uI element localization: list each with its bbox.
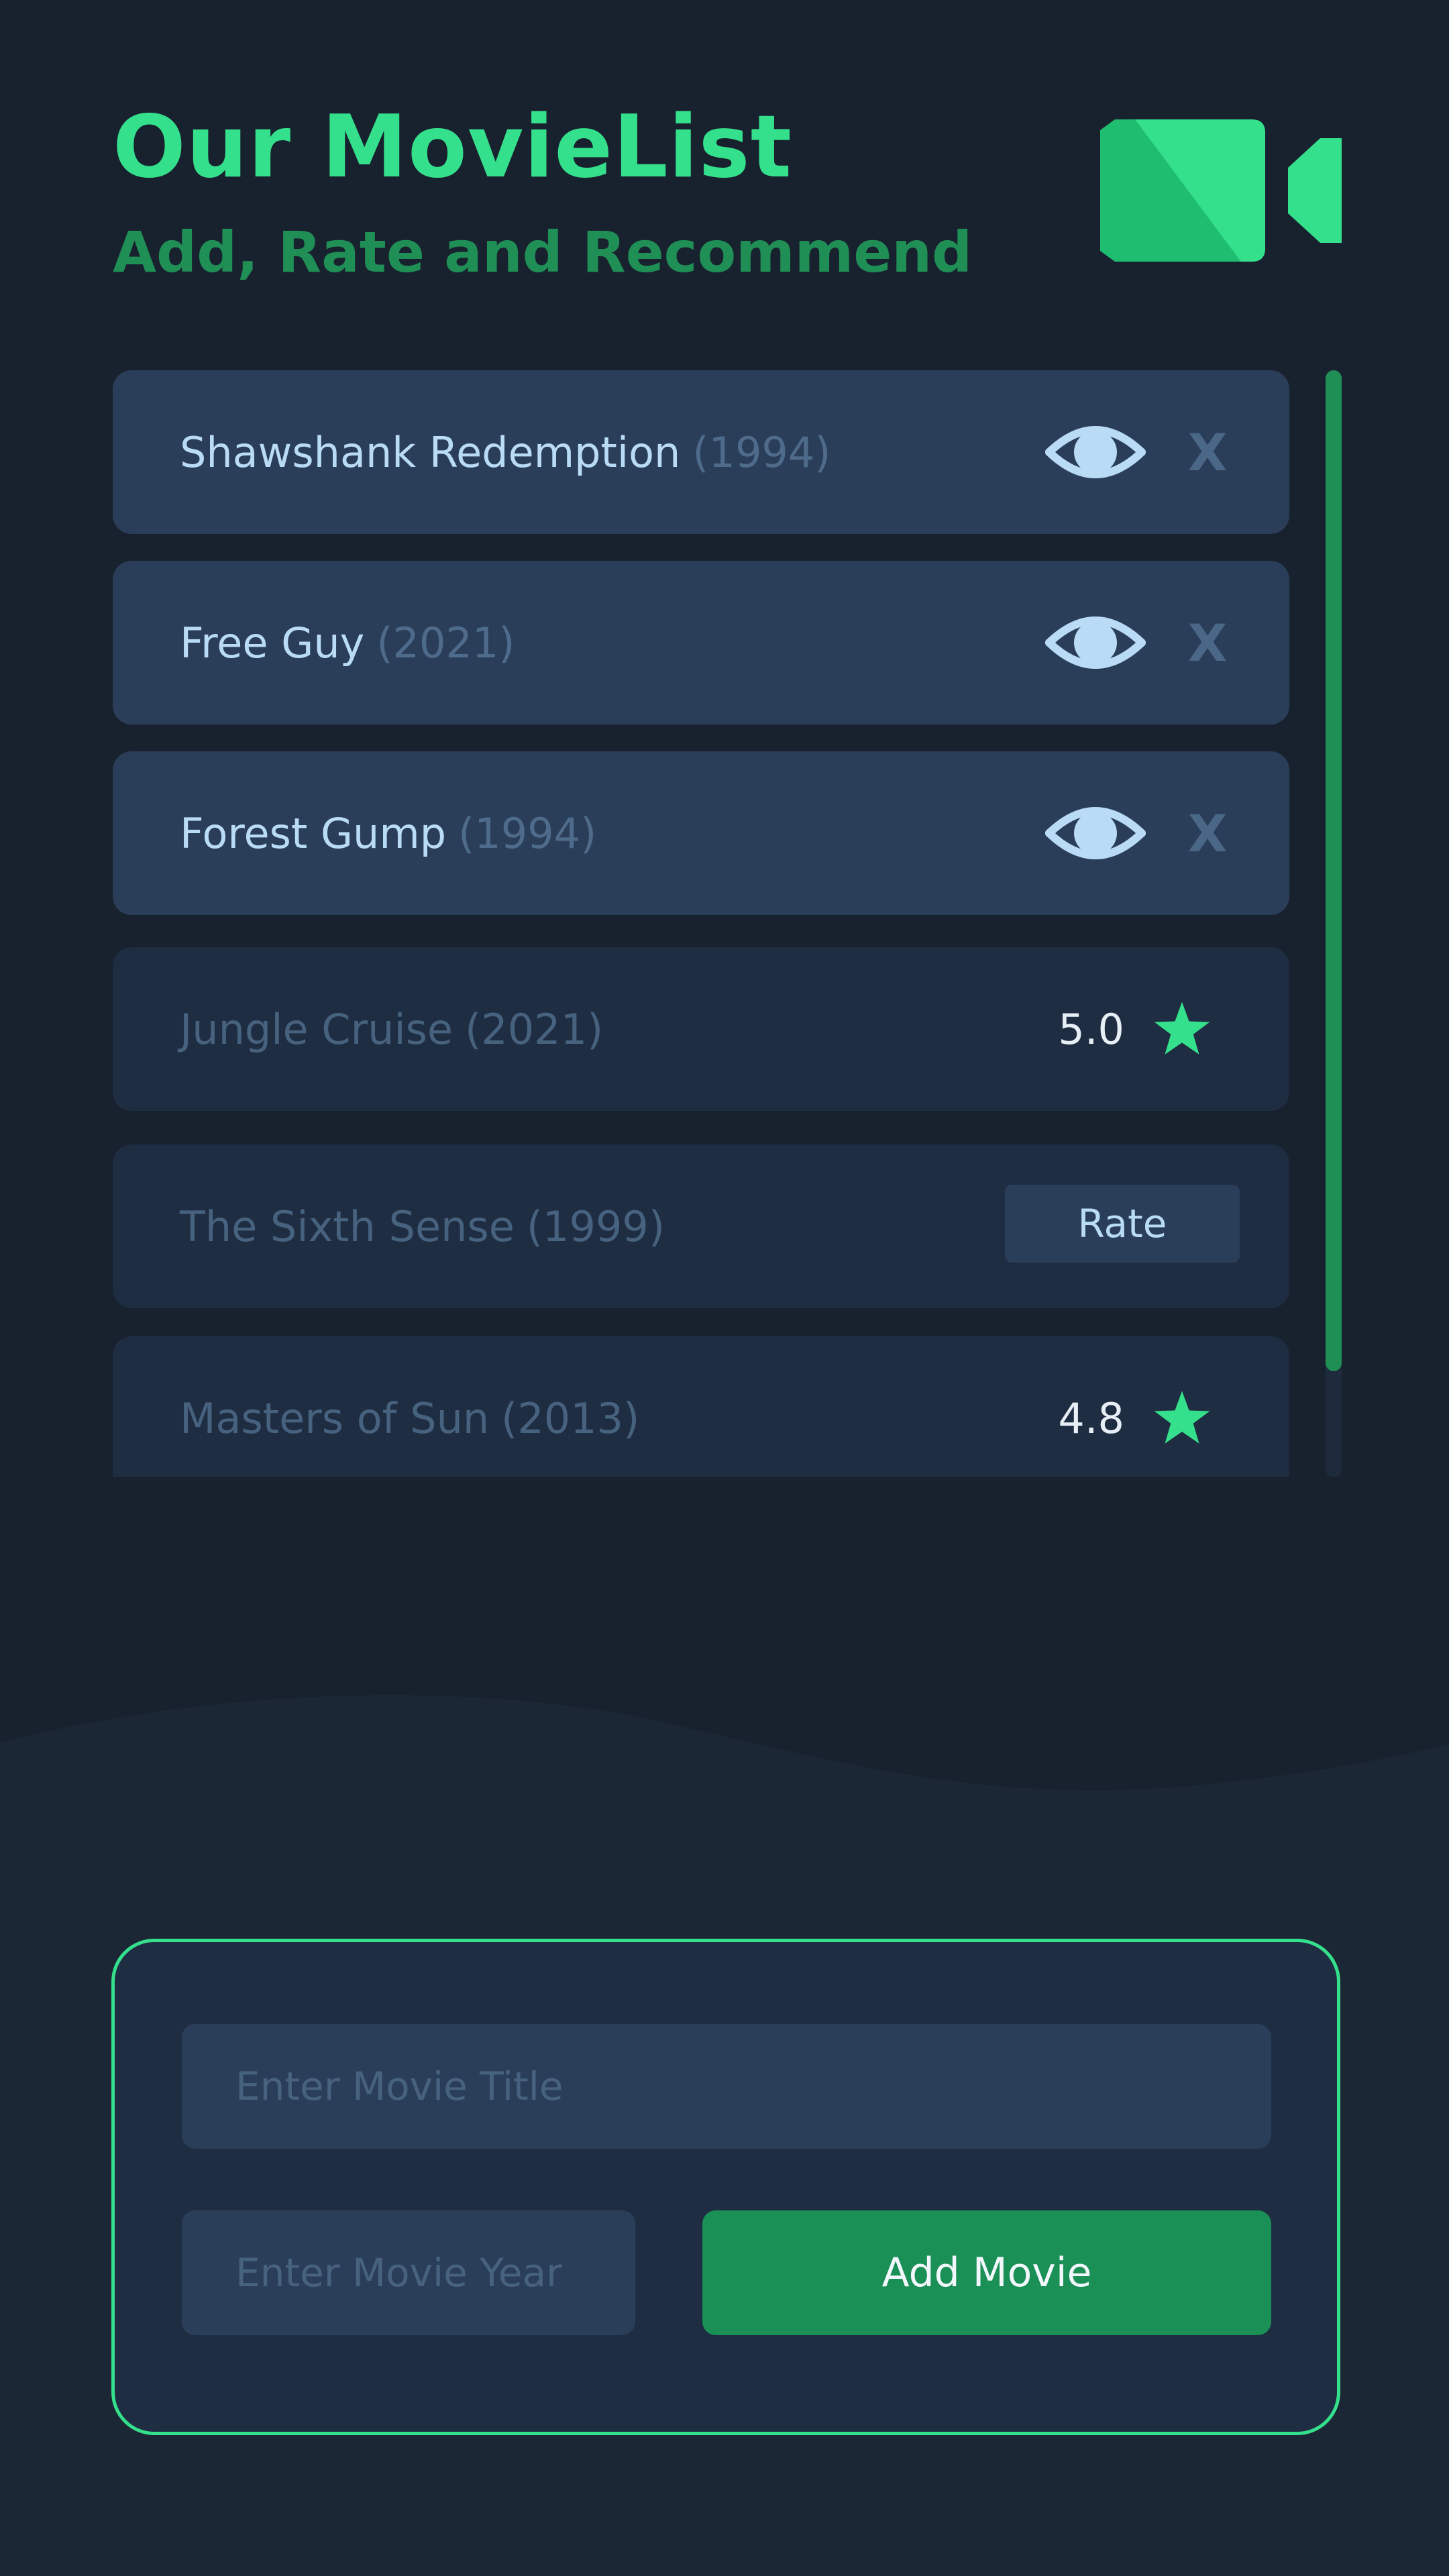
app-root: Our MovieList Add, Rate and Recommend Sh… bbox=[0, 0, 1449, 2576]
star-icon bbox=[1154, 1002, 1210, 1055]
movie-name: The Sixth Sense bbox=[180, 1201, 515, 1251]
movie-title: Jungle Cruise (2021) bbox=[180, 947, 603, 1111]
rate-button[interactable]: Rate bbox=[1005, 1185, 1240, 1263]
movie-title: Shawshank Redemption (1994) bbox=[180, 370, 830, 534]
video-camera-icon bbox=[1100, 119, 1342, 262]
eye-icon[interactable] bbox=[1045, 798, 1146, 868]
movie-year: (2013) bbox=[501, 1393, 640, 1443]
movie-year: (1994) bbox=[692, 427, 831, 477]
movie-card-unwatched: Shawshank Redemption (1994) X bbox=[113, 370, 1289, 534]
scrollbar[interactable] bbox=[1326, 370, 1342, 1477]
movie-name: Shawshank Redemption bbox=[180, 427, 681, 477]
movie-card-unwatched: Free Guy (2021) X bbox=[113, 561, 1289, 724]
movie-title: Forest Gump (1994) bbox=[180, 751, 596, 915]
movie-year: (2021) bbox=[465, 1004, 604, 1054]
movie-card-unwatched: Forest Gump (1994) X bbox=[113, 751, 1289, 915]
movie-name: Free Guy bbox=[180, 618, 365, 667]
rating-value: 5.0 bbox=[1058, 1004, 1124, 1054]
movie-card-watched: The Sixth Sense (1999) Rate bbox=[113, 1144, 1289, 1308]
movie-title-input[interactable] bbox=[182, 2024, 1271, 2149]
movie-title: The Sixth Sense (1999) bbox=[180, 1144, 665, 1308]
scrollbar-thumb[interactable] bbox=[1326, 370, 1342, 1371]
movie-card-watched: Jungle Cruise (2021) 5.0 bbox=[113, 947, 1289, 1111]
eye-icon[interactable] bbox=[1045, 608, 1146, 678]
movie-year: (1994) bbox=[458, 808, 597, 858]
add-movie-button[interactable]: Add Movie bbox=[702, 2210, 1271, 2335]
star-icon bbox=[1154, 1391, 1210, 1444]
movie-name: Masters of Sun bbox=[180, 1393, 490, 1443]
add-movie-form: Add Movie bbox=[111, 1939, 1340, 2435]
movie-list[interactable]: Shawshank Redemption (1994) X Free Guy (… bbox=[113, 370, 1289, 1477]
movie-year: (2021) bbox=[376, 618, 515, 667]
movie-name: Jungle Cruise bbox=[180, 1004, 453, 1054]
movie-card-watched: Masters of Sun (2013) 4.8 bbox=[113, 1336, 1289, 1477]
eye-icon[interactable] bbox=[1045, 417, 1146, 487]
movie-title: Masters of Sun (2013) bbox=[180, 1336, 639, 1477]
page-subtitle: Add, Rate and Recommend bbox=[113, 219, 973, 285]
rating-value: 4.8 bbox=[1058, 1393, 1124, 1443]
movie-year-input[interactable] bbox=[182, 2210, 635, 2335]
movie-name: Forest Gump bbox=[180, 808, 447, 858]
movie-year: (1999) bbox=[526, 1201, 665, 1251]
remove-button[interactable]: X bbox=[1181, 561, 1234, 724]
remove-button[interactable]: X bbox=[1181, 751, 1234, 915]
page-title: Our MovieList bbox=[113, 97, 792, 197]
movie-title: Free Guy (2021) bbox=[180, 561, 515, 724]
remove-button[interactable]: X bbox=[1181, 370, 1234, 534]
